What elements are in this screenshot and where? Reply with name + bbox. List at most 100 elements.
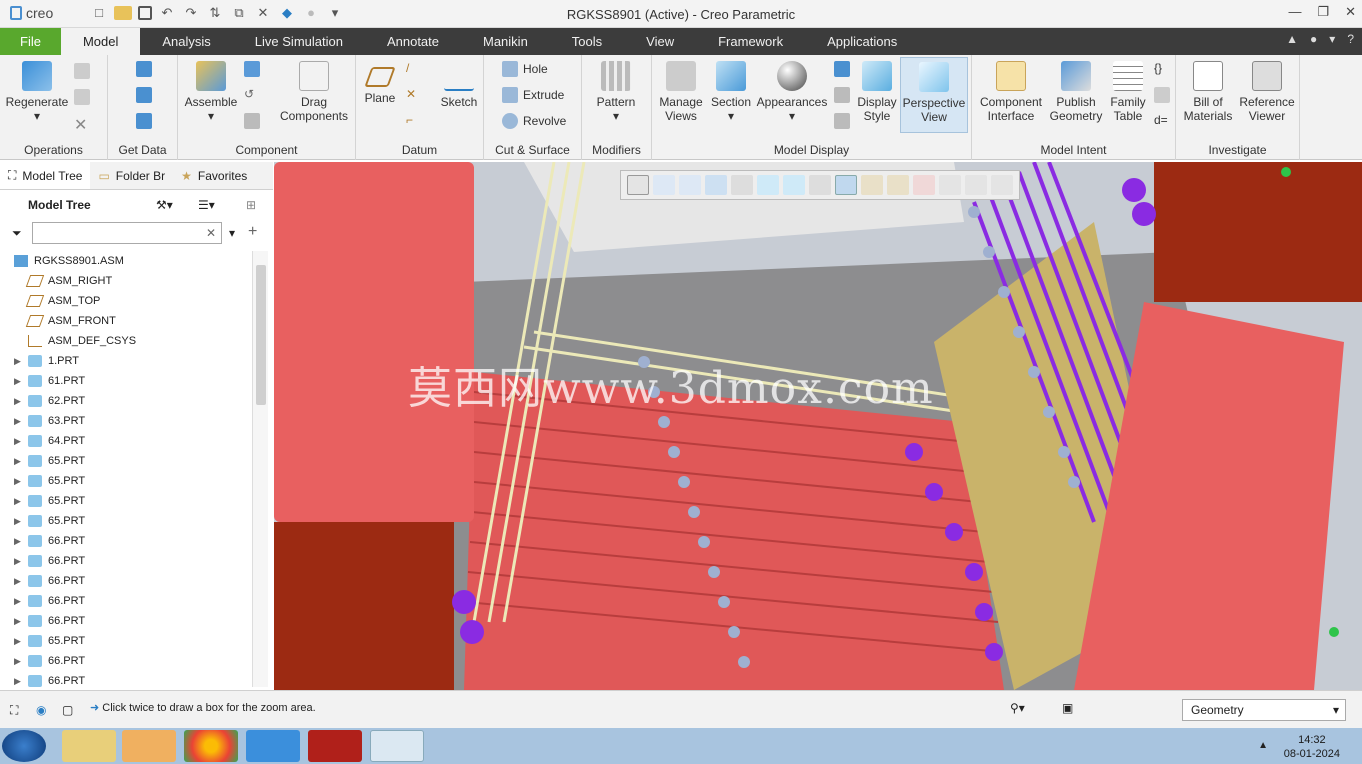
tab-annotate[interactable]: Annotate — [365, 28, 461, 55]
tree-item[interactable]: ▶ 65.PRT — [0, 631, 252, 651]
scrollbar-thumb[interactable] — [256, 265, 266, 405]
revolve-button[interactable]: Revolve — [502, 113, 566, 129]
group-label-modifiers[interactable]: Modifiers — [582, 143, 651, 157]
group-label-operations[interactable]: Operations — [0, 143, 107, 157]
tab-analysis[interactable]: Analysis — [140, 28, 232, 55]
parameters-icon[interactable] — [1154, 87, 1170, 103]
appearances-button[interactable]: Appearances ▾ — [756, 61, 828, 123]
expand-arrow-icon[interactable]: ▶ — [14, 636, 28, 647]
tab-folder-browser[interactable]: ▭ Folder Br — [90, 162, 173, 189]
manage-views-button[interactable]: Manage Views — [656, 61, 706, 123]
navigator-toggle-icon[interactable]: ⛶ — [10, 703, 18, 718]
expand-arrow-icon[interactable]: ▶ — [14, 376, 28, 387]
tab-live-simulation[interactable]: Live Simulation — [233, 28, 365, 55]
tree-item[interactable]: ▶ 65.PRT — [0, 451, 252, 471]
tree-item[interactable]: ▶ 1.PRT — [0, 351, 252, 371]
tree-item[interactable]: ASM_TOP — [0, 291, 252, 311]
expand-arrow-icon[interactable]: ▶ — [14, 416, 28, 427]
collapse-ribbon-icon[interactable]: ▲ — [1286, 32, 1298, 46]
hidden-line-icon[interactable] — [939, 175, 961, 195]
tree-item[interactable]: ▶ 65.PRT — [0, 511, 252, 531]
browser-toggle-icon[interactable]: ◉ — [36, 703, 46, 717]
point-icon[interactable]: ✕ — [406, 87, 422, 103]
saved-orientations-icon[interactable] — [834, 61, 850, 77]
grid-icon[interactable]: ⊞ — [246, 198, 256, 212]
expand-arrow-icon[interactable]: ▶ — [14, 576, 28, 587]
group-label-investigate[interactable]: Investigate — [1176, 143, 1299, 157]
selection-icon[interactable]: ▣ — [1062, 701, 1073, 715]
tree-item[interactable]: ▶ 65.PRT — [0, 471, 252, 491]
file-explorer-icon[interactable] — [62, 730, 116, 762]
creo-taskbar-icon[interactable] — [370, 730, 424, 762]
tab-model-tree[interactable]: ⛶ Model Tree — [0, 162, 91, 189]
internet-explorer-icon[interactable] — [246, 730, 300, 762]
perspective-toolbar-icon[interactable] — [835, 175, 857, 195]
close-icon[interactable]: ✕ — [1345, 4, 1356, 20]
tree-item[interactable]: ASM_FRONT — [0, 311, 252, 331]
extrude-button[interactable]: Extrude — [502, 87, 564, 103]
perspective-view-button[interactable]: Perspective View — [900, 57, 968, 133]
expand-arrow-icon[interactable]: ▶ — [14, 476, 28, 487]
view-manager-toolbar-icon[interactable] — [809, 175, 831, 195]
find-icon[interactable]: ⚲▾ — [1010, 701, 1025, 715]
repaint-icon[interactable] — [705, 175, 727, 195]
acrobat-icon[interactable] — [308, 730, 362, 762]
appearance-gallery-icon[interactable] — [731, 175, 753, 195]
learning-icon[interactable]: ▾ — [1329, 32, 1335, 46]
braces-icon[interactable]: {} — [1154, 61, 1170, 77]
add-icon[interactable]: + — [248, 223, 257, 241]
group-label-datum[interactable]: Datum — [356, 143, 483, 157]
sketch-button[interactable]: Sketch — [438, 61, 480, 109]
selection-filter-select[interactable]: Geometry ▾ — [1182, 699, 1346, 721]
clear-filter-icon[interactable]: ✕ — [206, 226, 216, 240]
tab-favorites[interactable]: ★ Favorites — [173, 162, 255, 189]
paste-icon[interactable] — [74, 89, 90, 105]
relations-icon[interactable]: d= — [1154, 113, 1170, 129]
expand-arrow-icon[interactable]: ▶ — [14, 396, 28, 407]
expand-arrow-icon[interactable]: ▶ — [14, 436, 28, 447]
user-defined-feature-icon[interactable] — [136, 61, 152, 77]
saved-views-icon[interactable] — [783, 175, 805, 195]
assemble-button[interactable]: Assemble ▾ — [182, 61, 240, 123]
copy-geometry-icon[interactable] — [136, 87, 152, 103]
section-button[interactable]: Section ▾ — [708, 61, 754, 123]
tree-item[interactable]: ASM_DEF_CSYS — [0, 331, 252, 351]
copy-icon[interactable] — [74, 63, 90, 79]
group-label-model-intent[interactable]: Model Intent — [972, 143, 1175, 157]
expand-arrow-icon[interactable]: ▶ — [14, 676, 28, 687]
repeat-icon[interactable]: ↺ — [244, 87, 260, 103]
system-clock[interactable]: 14:32 08-01-2024 — [1284, 733, 1340, 761]
restore-icon[interactable]: ❐ — [1317, 4, 1329, 20]
merge-icon[interactable] — [136, 113, 152, 129]
tab-framework[interactable]: Framework — [696, 28, 805, 55]
spin-center-icon[interactable] — [913, 175, 935, 195]
expand-arrow-icon[interactable]: ▶ — [14, 496, 28, 507]
tree-scrollbar[interactable] — [252, 251, 268, 687]
delete-icon[interactable]: ✕ — [74, 115, 90, 134]
expand-arrow-icon[interactable]: ▶ — [14, 556, 28, 567]
graphics-viewport[interactable]: 莫西网www.3dmox.com — [274, 162, 1362, 690]
tree-item[interactable]: ▶ 66.PRT — [0, 571, 252, 591]
zoom-in-icon[interactable] — [653, 175, 675, 195]
tray-chevron-icon[interactable]: ▲ — [1258, 740, 1268, 751]
group-label-model-display[interactable]: Model Display — [652, 143, 971, 157]
tree-item[interactable]: ▶ 66.PRT — [0, 591, 252, 611]
expand-arrow-icon[interactable]: ▶ — [14, 516, 28, 527]
display-style-toolbar-icon[interactable] — [757, 175, 779, 195]
tab-manikin[interactable]: Manikin — [461, 28, 550, 55]
datum-display-icon[interactable] — [861, 175, 883, 195]
tree-item[interactable]: ▶ 64.PRT — [0, 431, 252, 451]
tree-item[interactable]: ▶ 62.PRT — [0, 391, 252, 411]
expand-arrow-icon[interactable]: ▶ — [14, 536, 28, 547]
media-player-icon[interactable] — [122, 730, 176, 762]
regenerate-button[interactable]: Regenerate ▾ — [4, 61, 70, 123]
annotation-display-icon[interactable] — [887, 175, 909, 195]
pattern-button[interactable]: Pattern ▾ — [588, 61, 644, 123]
display-style-button[interactable]: Display Style — [854, 61, 900, 123]
pause-icon[interactable] — [965, 175, 987, 195]
fullscreen-icon[interactable]: ▢ — [62, 703, 73, 717]
expand-arrow-icon[interactable]: ▶ — [14, 656, 28, 667]
filter-input[interactable] — [32, 222, 222, 244]
filter-dropdown-icon[interactable]: ▾ — [229, 226, 235, 240]
refit-view-icon[interactable] — [627, 175, 649, 195]
